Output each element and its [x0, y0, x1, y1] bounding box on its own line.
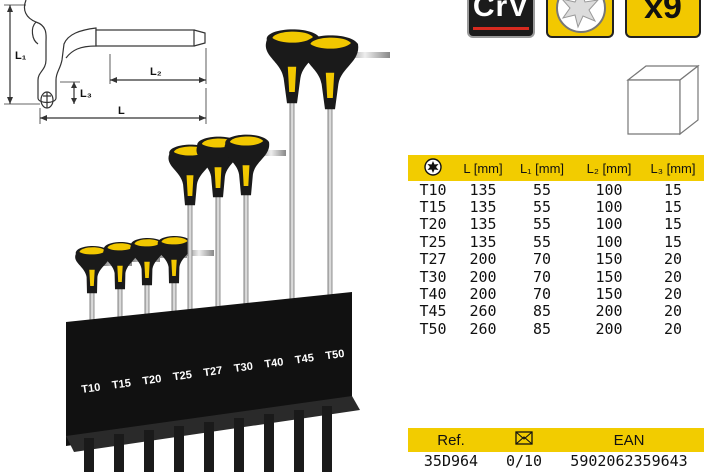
spec-cell: T30 [419, 267, 447, 286]
spec-table: L [mm] L₁ [mm] L₂ [mm] L₃ [mm] T10 135 55 1… [408, 155, 704, 338]
spec-cell: 15 [663, 180, 683, 199]
ean-header: EAN [613, 431, 645, 449]
spec-row: T20 135 55 100 15 [408, 215, 704, 234]
spec-cell: 20 [663, 302, 683, 321]
spec-cell: 15 [663, 232, 683, 251]
spec-cell: 55 [532, 232, 552, 251]
spec-cell: 200 [595, 319, 623, 338]
spec-cell: T45 [419, 302, 447, 321]
spec-row: T15 135 55 100 15 [408, 198, 704, 217]
spec-cell: 200 [469, 285, 497, 304]
spec-cell: 135 [469, 198, 497, 217]
spec-row: T30 200 70 150 20 [408, 267, 704, 286]
spec-cell: T20 [419, 215, 447, 234]
spec-cell: 100 [595, 232, 623, 251]
ean-code: 5902062359643 [570, 452, 688, 470]
spec-cell: T10 [419, 180, 447, 199]
spec-cell: 20 [663, 319, 683, 338]
torx-badge-icon [556, 0, 606, 33]
spec-cell: 20 [663, 285, 683, 304]
spec-cell: 200 [469, 267, 497, 286]
header-l2: L₂ [mm] [586, 160, 632, 176]
spec-cell: 150 [595, 250, 623, 269]
spec-cell: 55 [532, 180, 552, 199]
spec-cell: T25 [419, 232, 447, 251]
spec-cell: 15 [663, 198, 683, 217]
spec-cell: 100 [595, 180, 623, 199]
spec-cell: 85 [532, 319, 552, 338]
ref-code: 35D964 [423, 452, 479, 470]
ref-row: 35D964 0/10 5902062359643 [408, 452, 704, 472]
package-icon [494, 430, 554, 450]
spec-cell: 150 [595, 285, 623, 304]
spec-table-body: T10 135 55 100 15 T15 135 55 100 15 T20 135 55 100 15 T… [408, 181, 704, 338]
spec-row: T27 200 70 150 20 [408, 250, 704, 269]
spec-cell: 20 [663, 267, 683, 286]
crv-badge-stripe [473, 27, 529, 30]
spec-row: T45 260 85 200 20 [408, 302, 704, 321]
header-l1: L₁ [mm] [519, 160, 565, 176]
spec-cell: 20 [663, 250, 683, 269]
spec-cell: 135 [469, 215, 497, 234]
torx-badge [546, 0, 614, 38]
spec-cell: 70 [532, 267, 552, 286]
header-l3: L₃ [mm] [650, 160, 696, 176]
ref-table: Ref. EAN 35D964 0/10 5902062359643 [408, 428, 704, 472]
spec-cell: 15 [663, 215, 683, 234]
spec-table-header: L [mm] L₁ [mm] L₂ [mm] L₃ [mm] [408, 155, 704, 181]
ref-table-header: Ref. EAN [408, 428, 704, 452]
spec-cell: 135 [469, 180, 497, 199]
spec-cell: 135 [469, 232, 497, 251]
spec-cell: 85 [532, 302, 552, 321]
spec-cell: 70 [532, 250, 552, 269]
spec-cell: 70 [532, 285, 552, 304]
header-l: L [mm] [463, 160, 503, 176]
spec-cell: 260 [469, 302, 497, 321]
crv-badge-label: CrV [472, 0, 530, 23]
wrench [224, 134, 286, 312]
spec-row: T10 135 55 100 15 [408, 180, 704, 199]
spec-cell: 260 [469, 319, 497, 338]
spec-cell: 100 [595, 198, 623, 217]
spec-cell: T15 [419, 198, 447, 217]
spec-cell: T27 [419, 250, 447, 269]
spec-row: T25 135 55 100 15 [408, 232, 704, 251]
spec-cell: T40 [419, 285, 447, 304]
package-qty: 0/10 [505, 452, 543, 470]
spec-row: T40 200 70 150 20 [408, 285, 704, 304]
spec-cell: 200 [469, 250, 497, 269]
stand: T10 T15 T20 T25 T27 T30 T40 T45 T50 [66, 292, 360, 472]
spec-cell: 200 [595, 302, 623, 321]
torx-icon [408, 157, 458, 179]
quantity-badge: x9 [625, 0, 701, 38]
ref-header: Ref. [437, 431, 465, 449]
quantity-badge-label: x9 [644, 0, 682, 26]
spec-cell: 100 [595, 215, 623, 234]
spec-row: T50 260 85 200 20 [408, 319, 704, 338]
spec-cell: 55 [532, 198, 552, 217]
spec-cell: T50 [419, 319, 447, 338]
spec-cell: 55 [532, 215, 552, 234]
product-photo: T10 T15 T20 T25 T27 T30 T40 T45 T50 [66, 29, 390, 472]
wrench [303, 35, 390, 306]
crv-badge: CrV [467, 0, 535, 38]
package-box-icon [626, 64, 700, 136]
spec-cell: 150 [595, 267, 623, 286]
